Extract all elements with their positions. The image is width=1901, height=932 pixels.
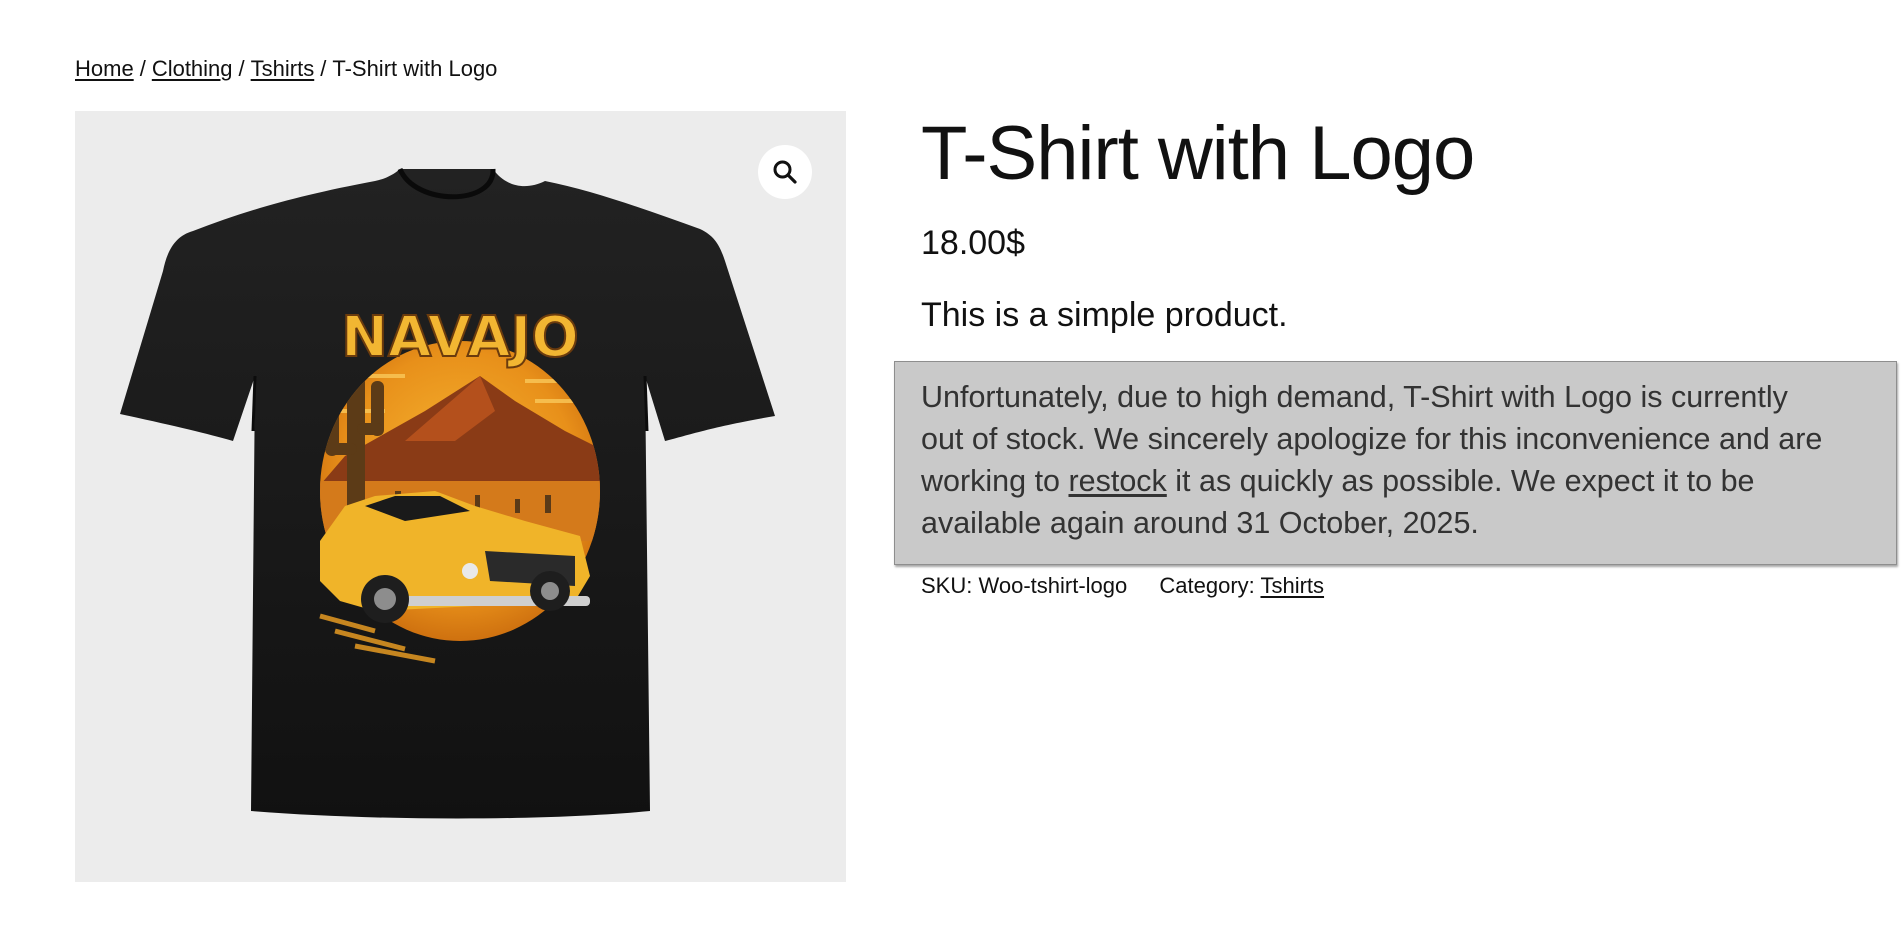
product-title: T-Shirt with Logo xyxy=(921,111,1475,196)
sku-label: SKU: xyxy=(921,573,973,598)
product-image[interactable]: NAVAJO xyxy=(75,111,846,882)
category-link[interactable]: Tshirts xyxy=(1260,573,1324,598)
product-gallery[interactable]: NAVAJO xyxy=(75,111,846,882)
breadcrumb: Home / Clothing / Tshirts / T-Shirt with Logo xyxy=(75,54,497,84)
breadcrumb-separator: / xyxy=(238,56,245,81)
sku: SKU: Woo-tshirt-logo xyxy=(921,573,1127,598)
sku-value: Woo-tshirt-logo xyxy=(978,573,1128,598)
breadcrumb-tshirts-link[interactable]: Tshirts xyxy=(251,56,315,81)
breadcrumb-clothing-link[interactable]: Clothing xyxy=(152,56,233,81)
shirt-print-text: NAVAJO xyxy=(341,305,579,370)
product-page: Home / Clothing / Tshirts / T-Shirt with Logo xyxy=(0,0,1901,932)
breadcrumb-separator: / xyxy=(320,56,327,81)
product-meta: SKU: Woo-tshirt-logo Category: Tshirts xyxy=(921,571,1350,601)
product-short-description: This is a simple product. xyxy=(921,296,1288,334)
category: Category: Tshirts xyxy=(1159,573,1324,598)
product-price: 18.00$ xyxy=(921,224,1025,262)
breadcrumb-current: T-Shirt with Logo xyxy=(332,56,498,81)
out-of-stock-notice: Unfortunately, due to high demand, T-Shi… xyxy=(894,361,1897,565)
breadcrumb-home-link[interactable]: Home xyxy=(75,56,134,81)
category-label: Category: xyxy=(1159,573,1255,598)
search-icon xyxy=(773,160,797,184)
product-summary: T-Shirt with Logo 18.00$ This is a simpl… xyxy=(921,111,1901,335)
zoom-button[interactable] xyxy=(758,145,812,199)
restock-link[interactable]: restock xyxy=(1068,464,1166,498)
breadcrumb-separator: / xyxy=(139,56,146,81)
